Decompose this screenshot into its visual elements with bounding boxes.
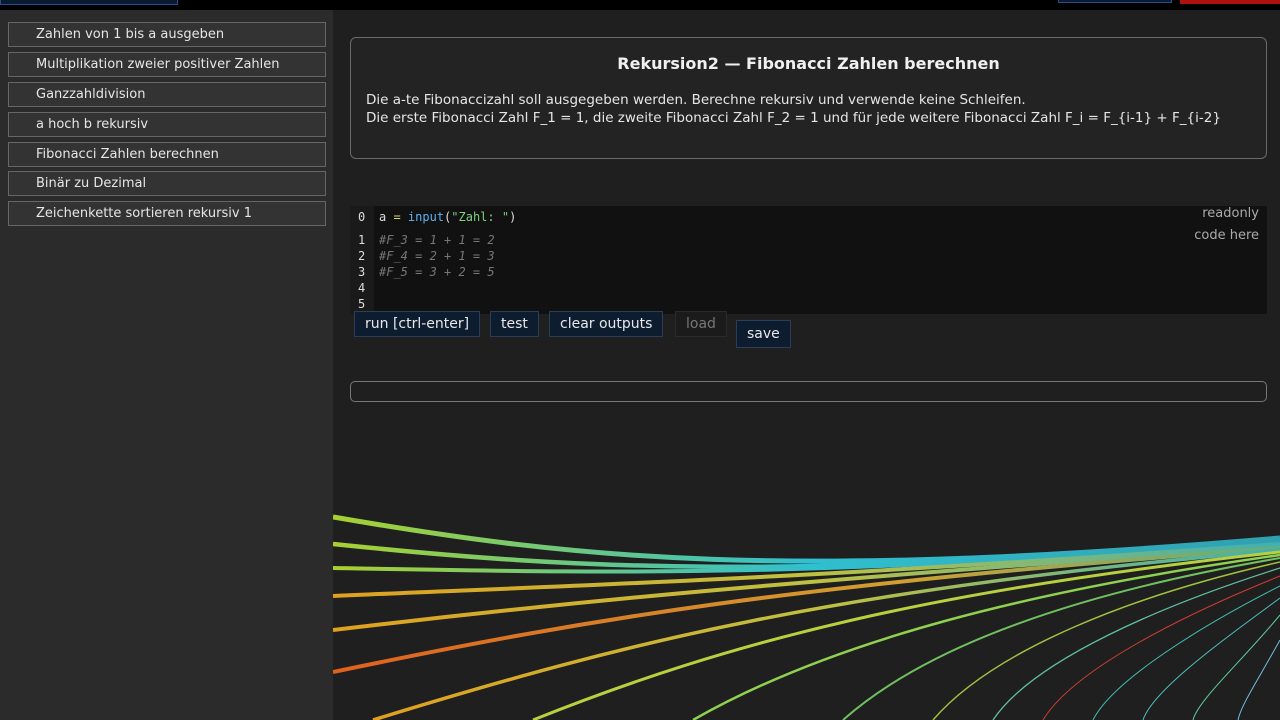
code-function: input — [407, 210, 445, 224]
task-description-line-1: Die a-te Fibonaccizahl soll ausgegeben w… — [366, 92, 1026, 108]
line-number: 0 — [358, 210, 366, 224]
sidebar-item-zeichenkette-sortieren[interactable]: Zeichenkette sortieren rekursiv 1 — [8, 201, 326, 226]
clear-outputs-button[interactable]: clear outputs — [549, 311, 664, 337]
code-paren-close: ) — [509, 210, 517, 224]
save-button[interactable]: save — [736, 320, 791, 348]
readonly-code-line: a = input("Zahl: ") — [379, 210, 516, 224]
code-comment-line[interactable]: #F_4 = 2 + 1 = 3 — [379, 249, 495, 263]
code-comment-line[interactable]: #F_3 = 1 + 1 = 2 — [379, 233, 495, 247]
task-description: Die a-te Fibonaccizahl soll ausgegeben w… — [366, 91, 1256, 127]
background-waves — [333, 514, 1280, 720]
sidebar: Zahlen von 1 bis a ausgeben Multiplikati… — [0, 10, 333, 720]
task-description-line-2: Die erste Fibonacci Zahl F_1 = 1, die zw… — [366, 110, 1221, 126]
line-number: 1 — [358, 233, 366, 247]
task-card: Rekursion2 — Fibonacci Zahlen berechnen … — [350, 37, 1267, 159]
main-panel: Rekursion2 — Fibonacci Zahlen berechnen … — [333, 10, 1280, 720]
code-comment-line[interactable]: #F_5 = 3 + 2 = 5 — [379, 265, 495, 279]
sidebar-item-zahlen-ausgeben[interactable]: Zahlen von 1 bis a ausgeben — [8, 22, 326, 47]
top-right-red-button[interactable] — [1180, 0, 1280, 4]
load-button[interactable]: load — [675, 311, 727, 337]
sidebar-item-ganzzahldivision[interactable]: Ganzzahldivision — [8, 82, 326, 107]
readonly-label: readonly — [1202, 206, 1259, 221]
task-title: Rekursion2 — Fibonacci Zahlen berechnen — [617, 54, 1000, 73]
code-operator: = — [386, 210, 408, 224]
code-editor[interactable]: 0 1 2 3 4 5 a = input("Zahl: ") #F_3 = 1… — [350, 206, 1267, 314]
line-number: 2 — [358, 249, 366, 263]
sidebar-item-fibonacci[interactable]: Fibonacci Zahlen berechnen — [8, 142, 326, 167]
line-number: 3 — [358, 265, 366, 279]
top-left-tab[interactable] — [0, 0, 178, 5]
sidebar-item-binaer-dezimal[interactable]: Binär zu Dezimal — [8, 171, 326, 196]
code-here-label: code here — [1194, 228, 1259, 243]
test-button[interactable]: test — [490, 311, 539, 337]
sidebar-item-a-hoch-b[interactable]: a hoch b rekursiv — [8, 112, 326, 137]
top-bar — [0, 0, 1280, 10]
sidebar-item-multiplikation[interactable]: Multiplikation zweier positiver Zahlen — [8, 52, 326, 77]
run-button[interactable]: run [ctrl-enter] — [354, 311, 481, 337]
line-number-gutter: 0 1 2 3 4 5 — [350, 206, 374, 314]
line-number: 4 — [358, 281, 366, 295]
code-string: "Zahl: " — [451, 210, 510, 224]
top-right-button[interactable] — [1058, 0, 1172, 3]
output-box — [350, 381, 1267, 402]
line-number: 5 — [358, 297, 366, 311]
